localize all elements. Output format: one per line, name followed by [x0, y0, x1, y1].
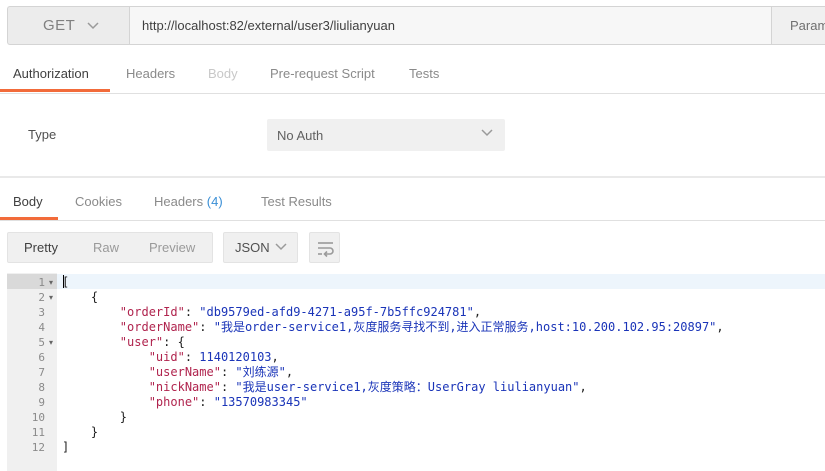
json-value: "我是order-service1,灰度服务寻找不到,进入正常服务,host:1…: [213, 320, 717, 334]
json-value: "我是user-service1,灰度策略：UserGray liulianyu…: [235, 380, 580, 394]
auth-type-label: Type: [28, 127, 57, 142]
tab-cookies[interactable]: Cookies: [75, 194, 122, 209]
line-number: 7: [38, 366, 45, 379]
json-punctuation: ,: [716, 320, 724, 334]
line-number: 6: [38, 351, 45, 364]
tab-pre-request-script[interactable]: Pre-request Script: [270, 66, 375, 81]
json-punctuation: ]: [62, 440, 70, 454]
json-punctuation: }: [90, 425, 99, 439]
json-value: "13570983345": [213, 395, 308, 409]
json-key: "userName": [148, 365, 221, 379]
line-number: 5: [38, 336, 45, 349]
tab-response-headers-label: Headers: [154, 194, 204, 209]
code-line: "userName": "刘练源",: [62, 365, 293, 380]
active-response-tab-indicator: [0, 217, 58, 220]
json-value: "db9579ed-afd9-4271-a95f-7b5ffc924781": [199, 305, 474, 319]
response-tabs: Body Cookies Headers (4) Test Results: [0, 178, 825, 221]
line-number: 4: [38, 321, 45, 334]
line-number: 10: [31, 411, 45, 424]
json-punctuation: }: [119, 410, 128, 424]
json-punctuation: :: [184, 350, 200, 364]
code-line: "orderName": "我是order-service1,灰度服务寻找不到,…: [62, 320, 724, 335]
view-mode-pretty[interactable]: Pretty: [24, 240, 58, 255]
json-key: "uid": [148, 350, 185, 364]
code-line: "phone": "13570983345": [62, 395, 308, 410]
json-value: 1140120103: [199, 350, 272, 364]
tab-test-results[interactable]: Test Results: [261, 194, 332, 209]
format-value: JSON: [235, 240, 270, 255]
json-punctuation: :: [199, 395, 214, 409]
json-key: "orderName": [119, 320, 200, 334]
code-line: "user": {: [62, 335, 185, 350]
chevron-down-icon: [481, 129, 493, 137]
chevron-down-icon: [87, 21, 99, 29]
json-punctuation: ,: [473, 305, 482, 319]
url-text: http://localhost:82/external/user3/liuli…: [142, 18, 395, 33]
view-mode-raw[interactable]: Raw: [93, 240, 119, 255]
params-button[interactable]: Params: [771, 6, 825, 45]
line-number: 1: [38, 276, 45, 289]
fold-toggle-icon[interactable]: ▾: [49, 290, 53, 305]
active-line-highlight: [57, 274, 825, 289]
json-value: "刘练源": [235, 365, 286, 379]
wrap-lines-icon: [318, 242, 334, 258]
tab-headers[interactable]: Headers: [126, 66, 175, 81]
json-key: "nickName": [148, 380, 221, 394]
line-number: 2: [38, 291, 45, 304]
request-tabs: Authorization Headers Body Pre-request S…: [0, 56, 825, 94]
json-key: "phone": [148, 395, 200, 409]
wrap-lines-button[interactable]: [309, 232, 340, 263]
json-key: "orderId": [119, 305, 185, 319]
json-punctuation: ,: [579, 380, 587, 394]
line-number: 11: [31, 426, 45, 439]
json-punctuation: : {: [163, 335, 185, 349]
fold-toggle-icon[interactable]: ▾: [49, 335, 53, 350]
url-input[interactable]: http://localhost:82/external/user3/liuli…: [129, 6, 772, 45]
line-number: 3: [38, 306, 45, 319]
chevron-down-icon: [275, 243, 287, 251]
json-punctuation: :: [184, 305, 200, 319]
method-select[interactable]: GET: [7, 6, 129, 45]
tab-response-headers[interactable]: Headers (4): [154, 194, 223, 209]
tab-tests[interactable]: Tests: [409, 66, 439, 81]
json-punctuation: {: [90, 290, 99, 304]
json-punctuation: ,: [285, 365, 294, 379]
code-line: ]: [62, 440, 69, 455]
code-line: }: [62, 410, 127, 425]
fold-toggle-icon[interactable]: ▾: [49, 275, 53, 290]
code-line: "nickName": "我是user-service1,灰度策略：UserGr…: [62, 380, 587, 395]
tab-body[interactable]: Body: [208, 66, 238, 81]
auth-type-value: No Auth: [277, 127, 324, 143]
json-punctuation: :: [220, 380, 236, 394]
header-count-badge: (4): [206, 194, 223, 209]
view-mode-group: Pretty Raw Preview: [7, 232, 213, 263]
method-label: GET: [43, 17, 76, 34]
tab-response-body[interactable]: Body: [13, 194, 43, 209]
code-line: "uid": 1140120103,: [62, 350, 279, 365]
line-number: 12: [31, 441, 45, 454]
view-mode-preview[interactable]: Preview: [149, 240, 195, 255]
active-tab-indicator: [0, 89, 110, 92]
code-line: {: [62, 290, 98, 305]
json-key: "user": [119, 335, 164, 349]
json-punctuation: :: [199, 320, 214, 334]
line-number: 8: [38, 381, 45, 394]
auth-type-select[interactable]: No Auth: [267, 119, 505, 151]
json-punctuation: :: [220, 365, 236, 379]
code-line: "orderId": "db9579ed-afd9-4271-a95f-7b5f…: [62, 305, 481, 320]
json-punctuation: ,: [271, 350, 279, 364]
text-cursor: [63, 275, 64, 288]
format-select[interactable]: JSON: [223, 232, 298, 263]
params-label: Params: [790, 18, 825, 33]
code-line: }: [62, 425, 98, 440]
line-number: 9: [38, 396, 45, 409]
tab-authorization[interactable]: Authorization: [13, 66, 89, 81]
